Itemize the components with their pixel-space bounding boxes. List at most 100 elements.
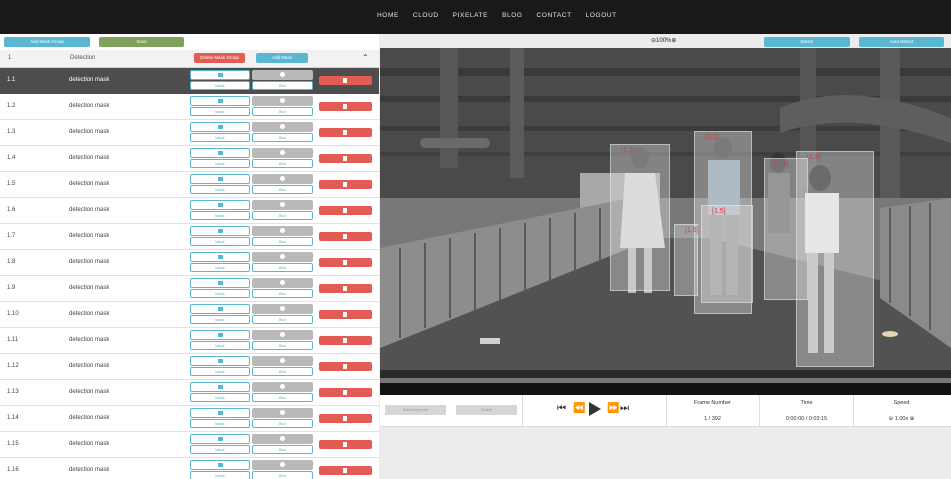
blur-toggle[interactable] [252,382,313,392]
mask-button[interactable]: Mask [190,471,250,479]
nav-link-blog[interactable]: BLOG [502,12,522,19]
mask-button[interactable]: Mask [190,315,250,324]
mask-button[interactable]: Mask [190,133,250,142]
mask-row[interactable]: 1.3 detection mask Mask Blur [0,120,379,146]
speed-up-icon[interactable]: ⊕ [910,416,915,422]
blur-toggle[interactable] [252,200,313,210]
blur-toggle[interactable] [252,460,313,470]
mask-toggle[interactable] [190,200,250,210]
blur-button[interactable]: Blur [252,341,313,350]
delete-mask-button[interactable] [319,76,372,85]
delete-mask-button[interactable] [319,440,372,449]
mask-row[interactable]: 1.6 detection mask Mask Blur [0,198,379,224]
blur-toggle[interactable] [252,278,313,288]
mask-toggle[interactable] [190,122,250,132]
delete-mask-button[interactable] [319,414,372,423]
blur-button[interactable]: Blur [252,367,313,376]
delete-mask-button[interactable] [319,258,372,267]
mask-row[interactable]: 1.14 detection mask Mask Blur [0,406,379,432]
mask-row[interactable]: 1.9 detection mask Mask Blur [0,276,379,302]
mask-button[interactable]: Mask [190,81,250,90]
skip-to-end-icon[interactable]: ⏭ [620,403,629,414]
blur-button[interactable]: Blur [252,185,313,194]
blur-toggle[interactable] [252,70,313,80]
delete-mask-button[interactable] [319,232,372,241]
mask-row[interactable]: 1.5 detection mask Mask Blur [0,172,379,198]
next-frame-icon[interactable]: ⏩ [607,403,619,414]
delete-mask-button[interactable] [319,310,372,319]
nav-link-cloud[interactable]: CLOUD [413,12,439,19]
mask-button[interactable]: Mask [190,237,250,246]
save-button[interactable]: Save [99,37,184,47]
mask-toggle[interactable] [190,356,250,366]
mask-toggle[interactable] [190,304,250,314]
mask-toggle[interactable] [190,96,250,106]
delete-mask-button[interactable] [319,154,372,163]
mask-button[interactable]: Mask [190,107,250,116]
mask-toggle[interactable] [190,148,250,158]
blur-button[interactable]: Blur [252,315,313,324]
mask-row[interactable]: 1.8 detection mask Mask Blur [0,250,379,276]
timeline-keyframes[interactable] [380,383,951,395]
delete-mask-button[interactable] [319,362,372,371]
blur-toggle[interactable] [252,434,313,444]
blur-button[interactable]: Blur [252,237,313,246]
blur-toggle[interactable] [252,174,313,184]
delete-mask-button[interactable] [319,102,372,111]
blur-toggle[interactable] [252,226,313,236]
nav-link-pixelate[interactable]: PIXELATE [453,12,488,19]
mask-row[interactable]: 1.10 detection mask Mask Blur [0,302,379,328]
mask-button[interactable]: Mask [190,393,250,402]
skip-to-start-icon[interactable]: ⏮ [557,403,566,414]
add-mask-group-button[interactable]: Add Mask Group [4,37,90,47]
mask-button[interactable]: Mask [190,159,250,168]
detection-box[interactable]: [1.6] [674,224,699,296]
delete-mask-button[interactable] [319,466,372,475]
zoom-control[interactable]: ⊖100%⊕ [651,37,676,44]
collapse-chevron-icon[interactable]: ⌃ [362,53,369,62]
mask-button[interactable]: Mask [190,367,250,376]
blur-button[interactable]: Blur [252,289,313,298]
blur-toggle[interactable] [252,408,313,418]
blur-toggle[interactable] [252,96,313,106]
delete-mask-group-button[interactable]: Delete Mask Group [194,53,245,63]
add-keyframe-button[interactable]: Add Keyframe [385,405,446,415]
mask-button[interactable]: Mask [190,289,250,298]
play-icon[interactable] [589,402,601,416]
blur-toggle[interactable] [252,148,313,158]
blur-button[interactable]: Blur [252,159,313,168]
blur-toggle[interactable] [252,122,313,132]
mask-button[interactable]: Mask [190,263,250,272]
mask-row[interactable]: 1.12 detection mask Mask Blur [0,354,379,380]
blur-button[interactable]: Blur [252,133,313,142]
delete-mask-button[interactable] [319,128,372,137]
speed-control[interactable]: ⊖ 1.00x ⊕ [855,416,948,422]
blur-toggle[interactable] [252,356,313,366]
blur-button[interactable]: Blur [252,393,313,402]
add-mask-button[interactable]: Add Mask [256,53,308,63]
blur-button[interactable]: Blur [252,107,313,116]
mask-row[interactable]: 1.2 detection mask Mask Blur [0,94,379,120]
detection-box[interactable]: [1.2] [610,144,670,291]
speed-down-icon[interactable]: ⊖ [889,416,894,422]
delete-mask-button[interactable] [319,284,372,293]
blur-button[interactable]: Blur [252,263,313,272]
mask-row[interactable]: 1.11 detection mask Mask Blur [0,328,379,354]
detect-button[interactable]: Detect [764,37,850,47]
delete-keyframe-button[interactable]: Delete [456,405,517,415]
nav-link-logout[interactable]: LOGOUT [586,12,617,19]
mask-toggle[interactable] [190,460,250,470]
blur-button[interactable]: Blur [252,471,313,479]
mask-toggle[interactable] [190,226,250,236]
mask-toggle[interactable] [190,408,250,418]
delete-mask-button[interactable] [319,336,372,345]
blur-button[interactable]: Blur [252,211,313,220]
mask-button[interactable]: Mask [190,419,250,428]
mask-row[interactable]: 1.1 detection mask Mask Blur [0,68,379,94]
video-frame[interactable]: [1.1] [1.2] [1.3] [1.4] [1.5] [1.6] [380,48,951,370]
delete-mask-button[interactable] [319,180,372,189]
mask-toggle[interactable] [190,174,250,184]
zoom-in-icon[interactable]: ⊕ [671,38,676,44]
mask-row[interactable]: 1.13 detection mask Mask Blur [0,380,379,406]
mask-toggle[interactable] [190,252,250,262]
